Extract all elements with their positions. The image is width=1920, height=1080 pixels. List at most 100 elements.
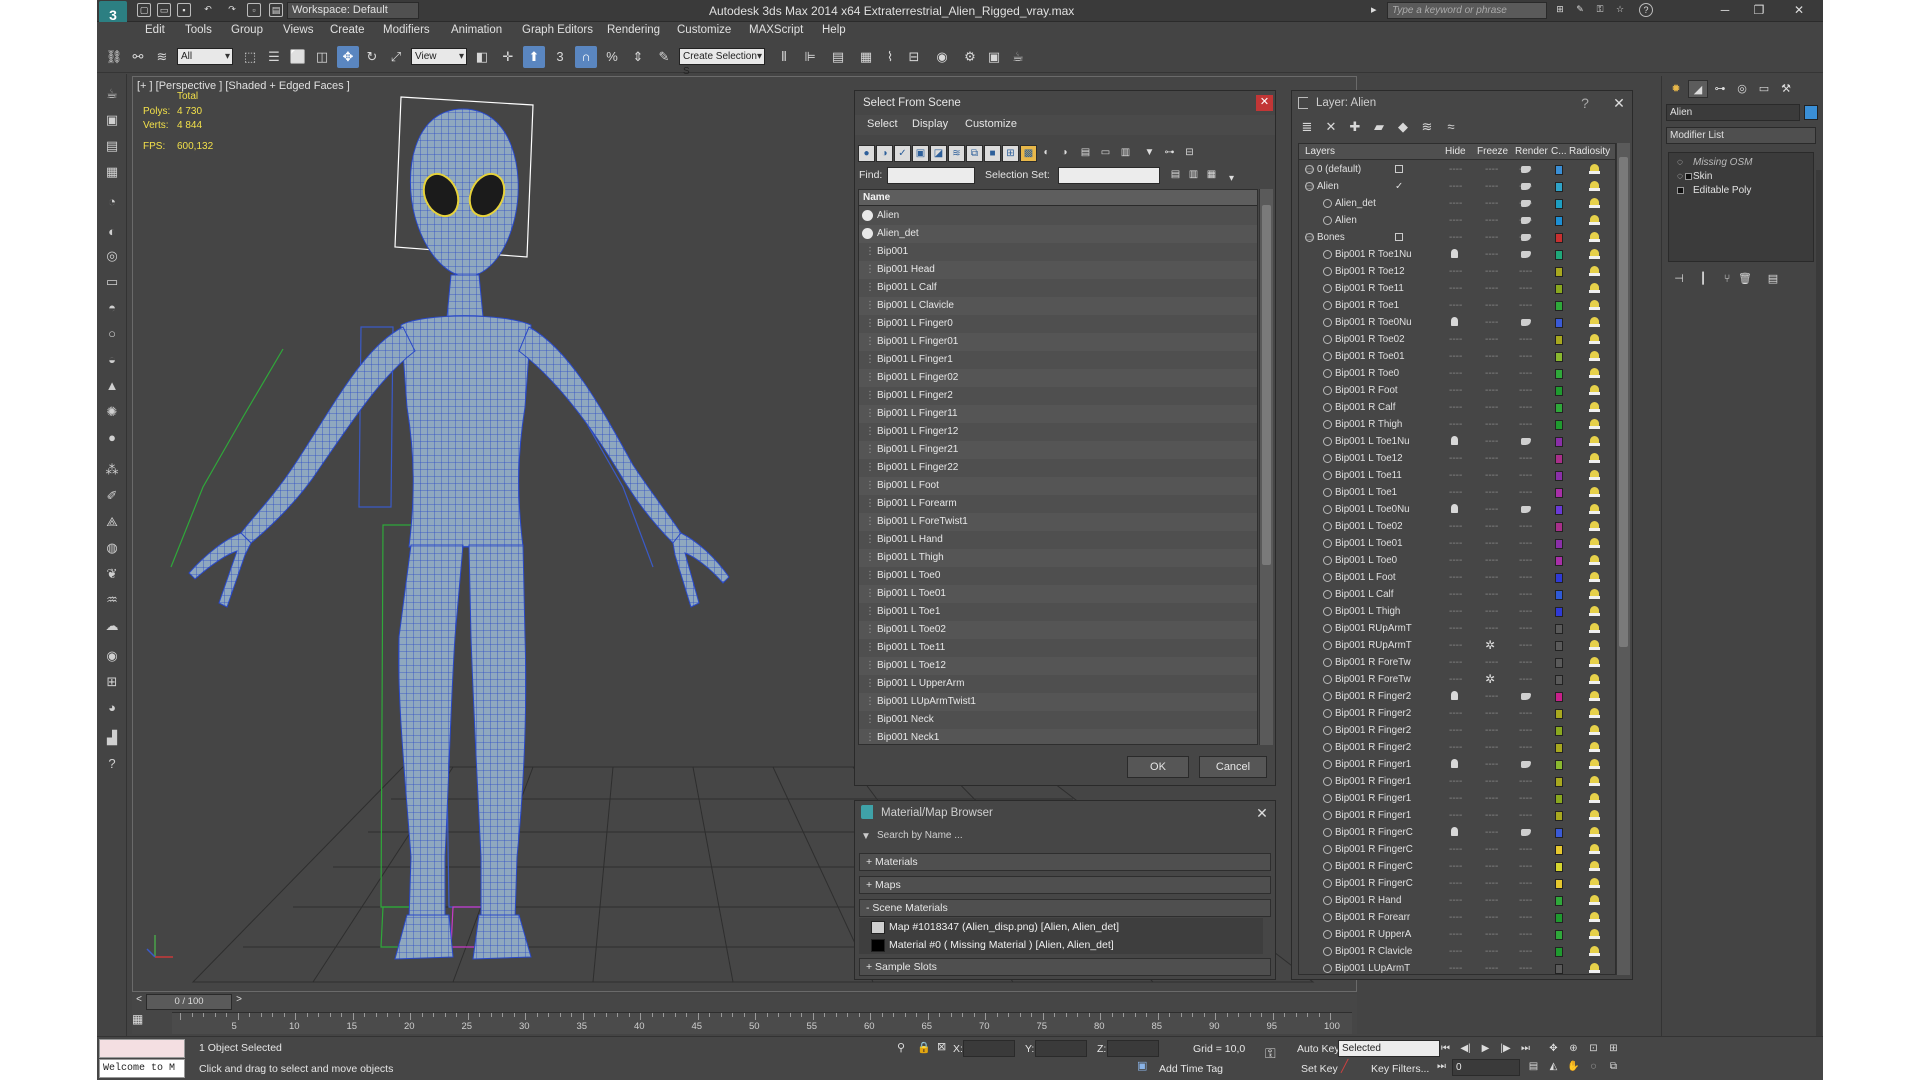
layer-color-swatch[interactable] — [1555, 641, 1563, 651]
hide-bulb-icon[interactable] — [1451, 249, 1458, 258]
layer-color-swatch[interactable] — [1555, 386, 1563, 396]
layer-color-swatch[interactable] — [1555, 726, 1563, 736]
scene-object-row[interactable]: ⋮ Bip001 L Finger2 — [859, 387, 1257, 405]
current-frame-field[interactable]: 0 — [1452, 1059, 1520, 1076]
display-cameras-icon[interactable]: ▣ — [912, 145, 929, 162]
freeze-toggle[interactable]: ---- — [1485, 263, 1498, 280]
close-select-from-scene-icon[interactable]: ✕ — [1256, 95, 1273, 111]
layer-color-swatch[interactable] — [1555, 403, 1563, 413]
layer-color-swatch[interactable] — [1555, 624, 1563, 634]
help-icon[interactable]: ? — [1639, 3, 1653, 17]
radiosity-icon[interactable] — [1589, 963, 1600, 974]
layer-object-row[interactable]: Alien_det------------ — [1299, 195, 1615, 212]
render-teapot-icon[interactable] — [1521, 438, 1531, 445]
menu-views[interactable]: Views — [283, 24, 313, 36]
motion-tab-icon[interactable]: ◎ — [1732, 80, 1752, 98]
radiosity-icon[interactable] — [1589, 895, 1600, 906]
render-toggle[interactable]: ---- — [1519, 807, 1532, 824]
menu-help[interactable]: Help — [822, 24, 846, 36]
render-toggle[interactable]: ---- — [1519, 790, 1532, 807]
scene-object-list[interactable]: Name Alien Alien_det ⋮ Bip001 ⋮ Bip001 Head ⋮ B… — [858, 189, 1258, 745]
scene-object-row[interactable]: ⋮ Bip001 L Finger12 — [859, 423, 1257, 441]
current-layer-box-icon[interactable] — [1395, 165, 1403, 173]
next-frame-icon[interactable]: |▶ — [1497, 1041, 1514, 1057]
freeze-toggle[interactable]: ---- — [1485, 756, 1498, 773]
hide-toggle[interactable]: ---- — [1449, 620, 1462, 637]
freeze-toggle[interactable]: ---- — [1485, 875, 1498, 892]
save-file-icon[interactable]: ▪ — [177, 3, 191, 17]
radiosity-icon[interactable] — [1589, 487, 1600, 498]
radiosity-icon[interactable] — [1589, 640, 1600, 651]
render-toggle[interactable]: ---- — [1519, 892, 1532, 909]
hide-bulb-icon[interactable] — [1451, 827, 1458, 836]
material-editor-icon[interactable]: ◉ — [931, 46, 953, 68]
render-toggle[interactable]: ---- — [1519, 654, 1532, 671]
layer-color-swatch[interactable] — [1555, 709, 1563, 719]
layer-object-row[interactable]: Bip001 L Toe12 ---- ---- ---- — [1299, 450, 1615, 467]
reference-coordinate-dropdown[interactable]: View — [411, 48, 467, 65]
key-mode-dropdown[interactable]: Selected — [1338, 1040, 1440, 1057]
render-toggle[interactable]: ---- — [1519, 416, 1532, 433]
render-toggle[interactable]: ---- — [1519, 280, 1532, 297]
scene-object-row[interactable]: ⋮ Bip001 — [859, 243, 1257, 261]
freeze-toggle[interactable]: ---- — [1485, 960, 1498, 974]
render-toggle[interactable]: ---- — [1519, 705, 1532, 722]
window-crossing-icon[interactable]: ◫ — [311, 46, 333, 68]
layer-object-row[interactable]: Bip001 R Forearr ---- ---- ---- — [1299, 909, 1615, 926]
radiosity-icon[interactable] — [1589, 555, 1600, 566]
render-teapot-icon[interactable] — [1521, 829, 1531, 836]
display-bones-icon[interactable]: ⊞ — [1002, 145, 1019, 162]
rect-selection-icon[interactable]: ⬜ — [287, 46, 309, 68]
stack-item-editable-poly[interactable]: Editable Poly — [1673, 184, 1751, 198]
display-xrefs-icon[interactable]: ■ — [984, 145, 1001, 162]
render-toggle[interactable]: ---- — [1519, 263, 1532, 280]
create-selection-set-icon[interactable]: ▤ — [1167, 167, 1184, 184]
radiosity-icon[interactable] — [1589, 283, 1600, 294]
hide-toggle[interactable]: ---- — [1449, 909, 1462, 926]
selection-set-dropdown[interactable] — [1058, 167, 1160, 184]
layer-object-row[interactable]: Bip001 L Toe1Nu ---- — [1299, 433, 1615, 450]
new-layer-icon[interactable]: ≣ — [1296, 117, 1318, 137]
hide-toggle[interactable]: ---- — [1449, 552, 1462, 569]
hide-bulb-icon[interactable] — [1451, 504, 1458, 513]
close-material-browser-icon[interactable]: ✕ — [1253, 804, 1271, 822]
scene-object-row[interactable]: ⋮ Bip001 L Finger01 — [859, 333, 1257, 351]
open-file-icon[interactable]: ▭ — [157, 3, 171, 17]
hide-toggle[interactable]: ---- — [1449, 790, 1462, 807]
layer-manager-icon[interactable]: ▤ — [827, 46, 849, 68]
select-scale-icon[interactable]: ⤢ — [385, 46, 407, 68]
layer-color-swatch[interactable] — [1555, 284, 1563, 294]
menu-graph-editors[interactable]: Graph Editors — [522, 24, 593, 36]
layer-color-swatch[interactable] — [1555, 352, 1563, 362]
layer-color-swatch[interactable] — [1555, 896, 1563, 906]
menu-customize[interactable]: Customize — [677, 24, 731, 36]
scene-material-item[interactable]: Map #1018347 (Alien_disp.png) [Alien, Al… — [859, 918, 1263, 936]
layer-object-row[interactable]: Bip001 L Toe02 ---- ---- ---- — [1299, 518, 1615, 535]
layer-color-swatch[interactable] — [1555, 454, 1563, 464]
freeze-toggle[interactable]: ---- — [1485, 824, 1498, 841]
scene-object-row[interactable]: ⋮ Bip001 L Finger1 — [859, 351, 1257, 369]
maxscript-listener-pink[interactable] — [99, 1039, 185, 1058]
ball-icon[interactable]: ● — [101, 428, 123, 448]
object-name-field[interactable]: Alien — [1666, 104, 1800, 121]
pivot-center-icon[interactable]: ◧ — [471, 46, 493, 68]
hide-toggle[interactable]: ---- — [1449, 875, 1462, 892]
sfs-menu-customize[interactable]: Customize — [965, 118, 1017, 130]
isolate-selection-icon[interactable]: ⚲ — [897, 1041, 905, 1054]
freeze-toggle[interactable]: ---- — [1485, 246, 1498, 263]
select-move-icon[interactable]: ✥ — [337, 46, 359, 68]
scene-object-row[interactable]: ⋮ Bip001 L Clavicle — [859, 297, 1257, 315]
torus-icon[interactable]: ◒ — [101, 350, 123, 370]
freeze-toggle[interactable]: ---- — [1485, 773, 1498, 790]
hide-toggle[interactable]: ---- — [1449, 382, 1462, 399]
binoculars-icon[interactable]: ⊞ — [1553, 3, 1567, 17]
render-toggle[interactable]: ---- — [1519, 552, 1532, 569]
hide-toggle[interactable]: ---- — [1449, 467, 1462, 484]
layers-column-header[interactable]: Layers — [1305, 146, 1335, 157]
invert-display-icon[interactable]: ◑ — [1056, 145, 1073, 162]
key-icon[interactable]: ⚿ — [1593, 3, 1607, 17]
radiosity-icon[interactable] — [1589, 521, 1600, 532]
hide-toggle[interactable]: ---- — [1449, 229, 1462, 246]
edit-named-selection-icon[interactable]: ✎ — [653, 46, 675, 68]
hide-bulb-icon[interactable] — [1451, 691, 1458, 700]
